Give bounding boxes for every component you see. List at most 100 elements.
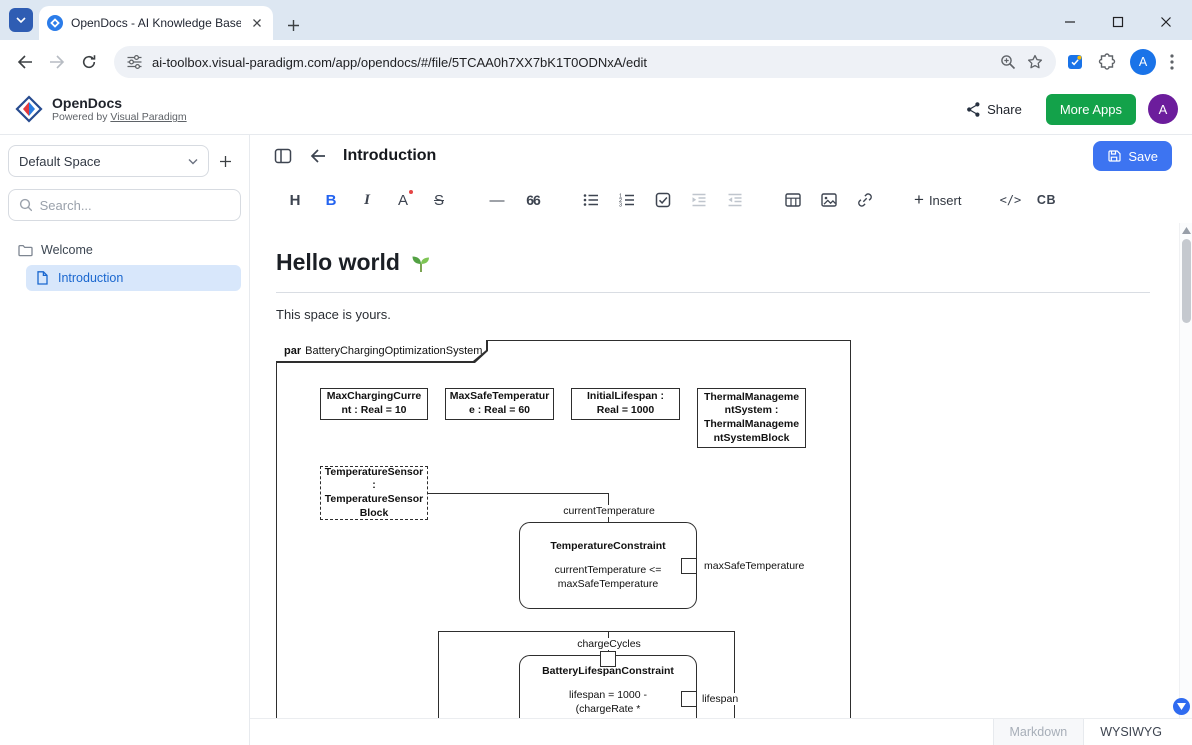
- link-button[interactable]: [850, 186, 880, 214]
- save-label: Save: [1128, 149, 1158, 164]
- port-max-safe-temperature[interactable]: [681, 558, 697, 574]
- opendocs-favicon: [47, 15, 63, 31]
- checklist-button[interactable]: [648, 186, 678, 214]
- indent-decrease-button[interactable]: [720, 186, 750, 214]
- bullet-list-button[interactable]: [576, 186, 606, 214]
- scroll-up-arrow-icon[interactable]: [1182, 227, 1191, 234]
- code-block-button[interactable]: CB: [1031, 186, 1061, 214]
- document-editor[interactable]: Hello world This space is yours. par Bat…: [250, 223, 1192, 718]
- image-button[interactable]: [814, 186, 844, 214]
- param-label-charge-cycles: chargeCycles: [575, 638, 643, 650]
- save-icon: [1107, 149, 1121, 163]
- new-tab-button[interactable]: [287, 19, 300, 32]
- constraint-expression: currentTemperature <= maxSafeTemperature: [520, 563, 696, 591]
- italic-button[interactable]: I: [352, 186, 382, 214]
- insert-button[interactable]: + Insert: [908, 186, 967, 214]
- inline-code-button[interactable]: </>: [995, 186, 1025, 214]
- scroll-to-bottom-button[interactable]: [1173, 698, 1190, 715]
- blockquote-button[interactable]: 66: [518, 186, 548, 214]
- site-settings-icon: [126, 53, 143, 71]
- constraint-title: BatteryLifespanConstraint: [516, 665, 700, 679]
- window-maximize-button[interactable]: [1112, 16, 1124, 28]
- sidebar-search[interactable]: [8, 189, 241, 221]
- numbered-list-button[interactable]: 123: [612, 186, 642, 214]
- sidebar-item-label: Introduction: [58, 271, 123, 285]
- sidebar: Default Space Welcome Introduction: [0, 135, 250, 745]
- value-box-max-charging-current[interactable]: MaxChargingCurrent : Real = 10: [320, 388, 428, 420]
- browser-reload-button[interactable]: [74, 47, 104, 77]
- tab-close-button[interactable]: [249, 18, 265, 28]
- browser-forward-button[interactable]: [42, 47, 72, 77]
- parametric-diagram[interactable]: par BatteryChargingOptimizationSystem Ma…: [276, 340, 851, 700]
- main-area: Default Space Welcome Introduction: [0, 135, 1192, 745]
- red-dot: [409, 190, 413, 194]
- sidebar-item-welcome[interactable]: Welcome: [8, 237, 241, 263]
- page-tree: Welcome Introduction: [8, 237, 241, 291]
- plus-icon: +: [914, 190, 924, 210]
- plus-icon: [219, 155, 232, 168]
- sidebar-item-introduction[interactable]: Introduction: [26, 265, 241, 291]
- constraint-temperature[interactable]: TemperatureConstraint currentTemperature…: [519, 522, 697, 609]
- scrollbar-thumb[interactable]: [1182, 239, 1191, 323]
- more-apps-button[interactable]: More Apps: [1046, 94, 1136, 125]
- port-charge-cycles[interactable]: [600, 651, 616, 667]
- param-label-current-temperature: currentTemperature: [561, 505, 657, 517]
- zoom-icon[interactable]: [999, 53, 1017, 71]
- tab-title: OpenDocs - AI Knowledge Base: [71, 16, 241, 30]
- plus-icon: [287, 19, 300, 32]
- scrollbar[interactable]: [1179, 223, 1192, 718]
- add-page-button[interactable]: [209, 146, 241, 176]
- url-text[interactable]: ai-toolbox.visual-paradigm.com/app/opend…: [152, 55, 990, 70]
- app-name: OpenDocs: [52, 95, 187, 111]
- chevron-down-icon: [1177, 703, 1186, 710]
- heading-button[interactable]: H: [280, 186, 310, 214]
- indent-increase-button[interactable]: [684, 186, 714, 214]
- strikethrough-button[interactable]: S: [424, 186, 454, 214]
- wysiwyg-mode-button[interactable]: WYSIWYG: [1083, 719, 1192, 745]
- back-button[interactable]: [309, 147, 327, 165]
- share-button[interactable]: Share: [953, 94, 1034, 124]
- constraint-expression: lifespan = 1000 - (chargeRate *: [520, 688, 696, 716]
- font-color-button[interactable]: A: [388, 186, 418, 214]
- value-box-max-safe-temperature[interactable]: MaxSafeTemperature : Real = 60: [445, 388, 554, 420]
- editor-footer: Markdown WYSIWYG: [250, 718, 1192, 745]
- extensions-icon[interactable]: [1098, 53, 1116, 71]
- tab-search-button[interactable]: [9, 8, 33, 32]
- window-minimize-button[interactable]: [1064, 16, 1076, 28]
- numbered-list-icon: 123: [618, 191, 636, 209]
- space-selector[interactable]: Default Space: [8, 145, 209, 177]
- window-close-button[interactable]: [1160, 16, 1172, 28]
- doc-paragraph: This space is yours.: [276, 307, 1152, 322]
- browser-profile-avatar[interactable]: A: [1130, 49, 1156, 75]
- bullet-list-icon: [582, 191, 600, 209]
- browser-menu-icon[interactable]: [1170, 54, 1174, 70]
- browser-tab-strip: OpenDocs - AI Knowledge Base: [0, 0, 1192, 40]
- part-box-temperature-sensor[interactable]: TemperatureSensor : TemperatureSensorBlo…: [320, 466, 428, 520]
- bookmark-star-icon[interactable]: [1026, 53, 1044, 71]
- document-icon: [35, 270, 50, 286]
- title-divider: [276, 292, 1150, 293]
- bold-button[interactable]: B: [316, 186, 346, 214]
- param-label-max-safe-temperature: maxSafeTemperature: [702, 560, 806, 572]
- colored-extension-icon[interactable]: [1066, 53, 1084, 71]
- save-button[interactable]: Save: [1093, 141, 1172, 171]
- image-icon: [820, 191, 838, 209]
- value-box-initial-lifespan[interactable]: InitialLifespan : Real = 1000: [571, 388, 680, 420]
- markdown-mode-button[interactable]: Markdown: [993, 719, 1084, 745]
- frame-label: par BatteryChargingOptimizationSystem: [276, 340, 486, 361]
- link-icon: [856, 191, 874, 209]
- user-avatar[interactable]: A: [1148, 94, 1178, 124]
- port-lifespan[interactable]: [681, 691, 697, 707]
- part-box-thermal-management[interactable]: ThermalManagementSystem : ThermalManagem…: [697, 388, 806, 448]
- browser-tab[interactable]: OpenDocs - AI Knowledge Base: [39, 6, 273, 40]
- toggle-sidebar-icon[interactable]: [273, 146, 293, 166]
- constraint-title: TemperatureConstraint: [524, 540, 691, 554]
- browser-back-button[interactable]: [10, 47, 40, 77]
- table-button[interactable]: [778, 186, 808, 214]
- horizontal-rule-button[interactable]: —: [482, 186, 512, 214]
- chevron-down-icon: [16, 16, 26, 24]
- browser-toolbar: ai-toolbox.visual-paradigm.com/app/opend…: [0, 40, 1192, 84]
- search-input[interactable]: [40, 198, 230, 213]
- url-bar[interactable]: ai-toolbox.visual-paradigm.com/app/opend…: [114, 46, 1056, 78]
- visual-paradigm-link[interactable]: Visual Paradigm: [110, 111, 186, 123]
